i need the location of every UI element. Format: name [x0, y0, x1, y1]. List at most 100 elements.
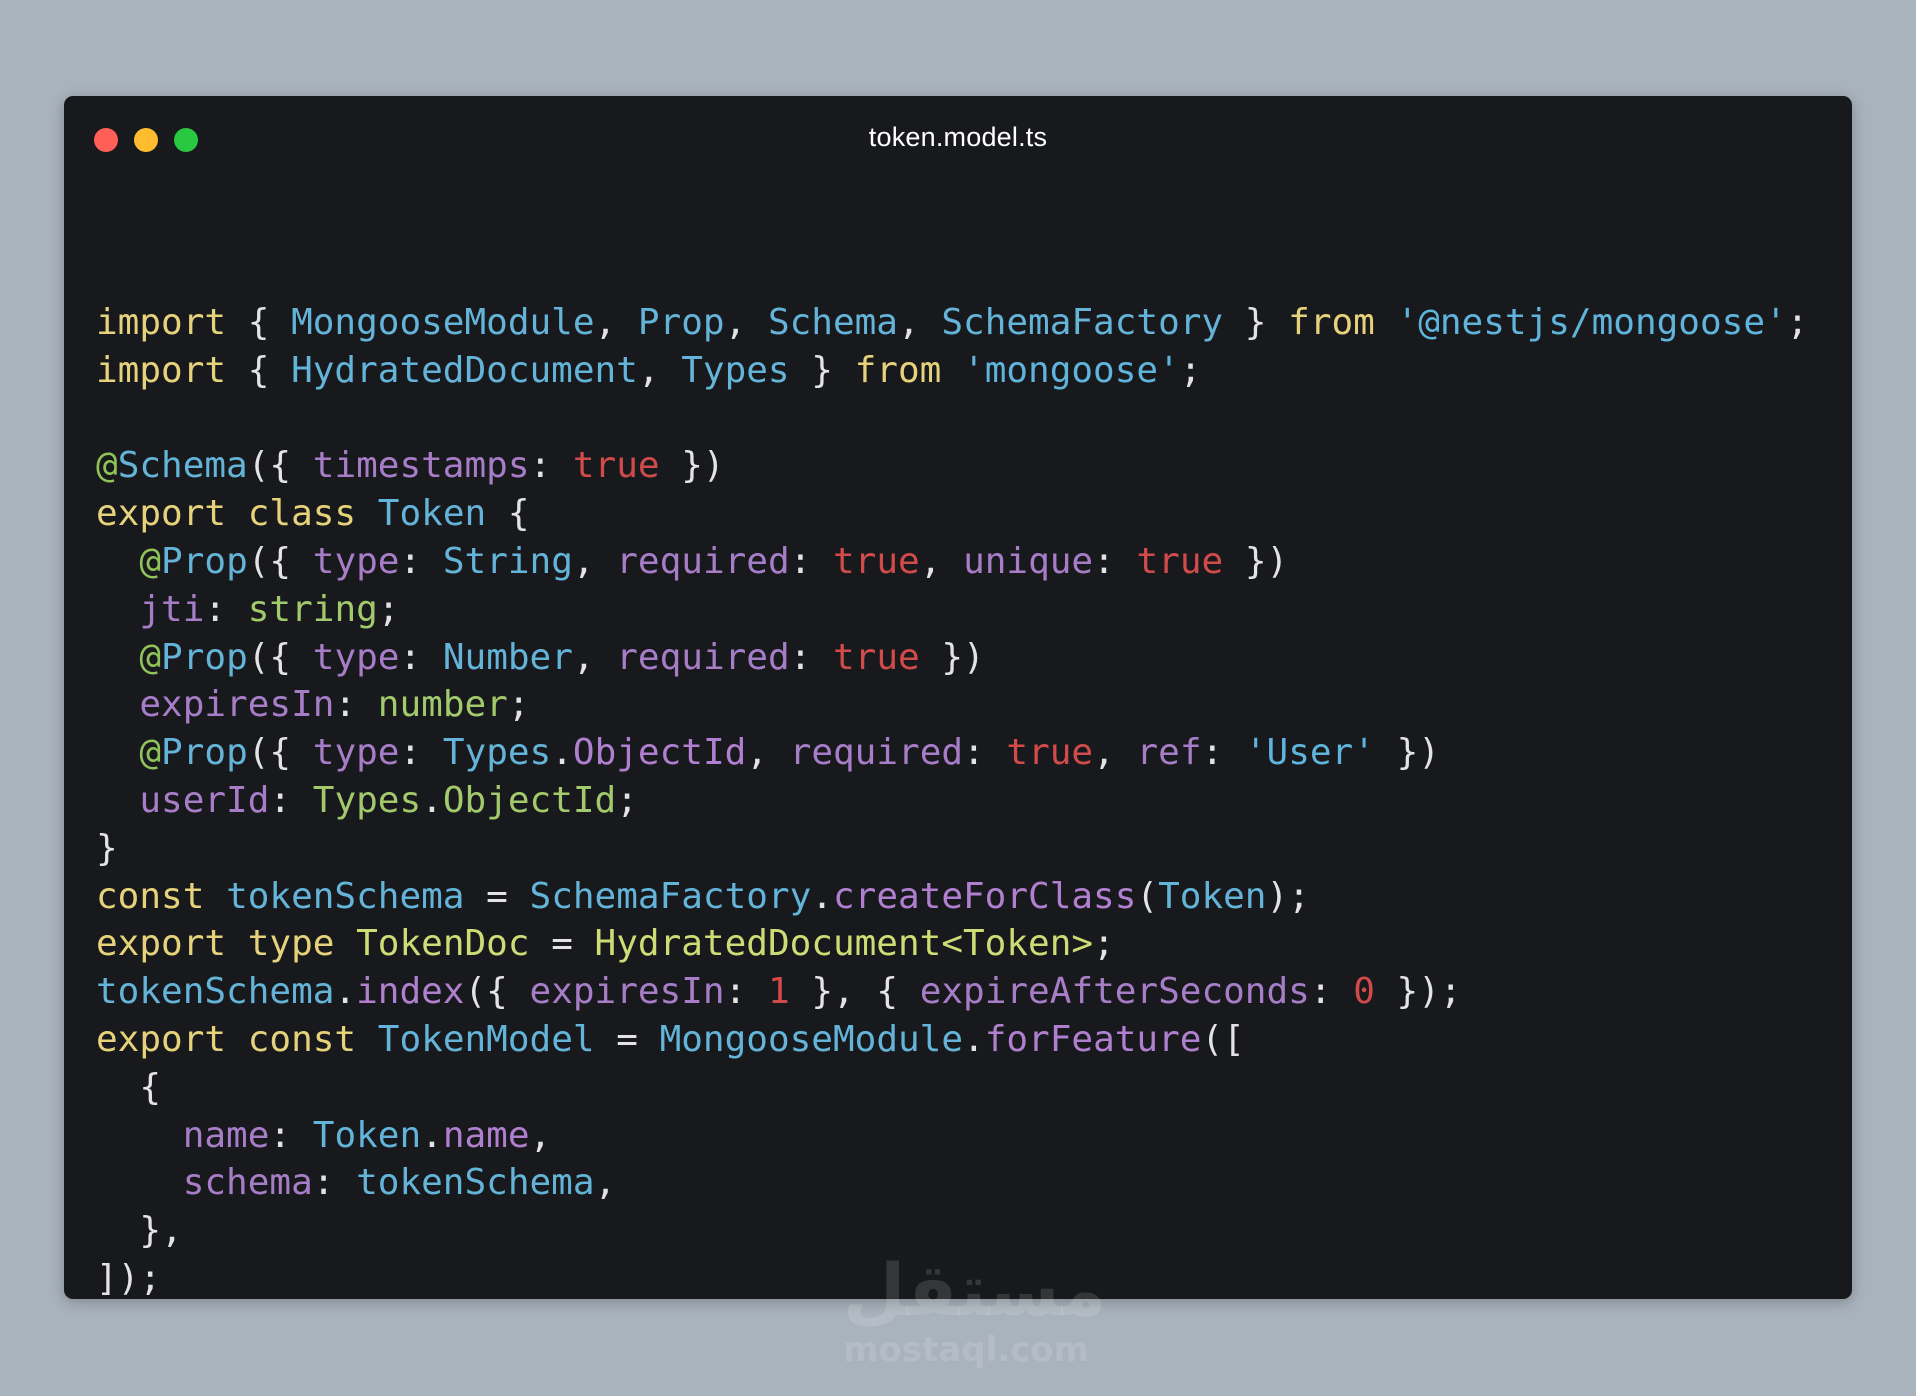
code-token: Token	[312, 1114, 422, 1156]
code-token: Prop	[161, 540, 248, 582]
code-token: userId	[139, 779, 270, 821]
code-token: (	[1136, 875, 1159, 917]
code-token: .	[811, 875, 833, 917]
code-token: ,	[572, 540, 617, 582]
code-token: ,	[1093, 732, 1137, 774]
code-token: MongooseModule	[291, 302, 595, 343]
code-token: Token	[377, 493, 487, 535]
code-token: .	[421, 779, 443, 821]
code-token: ({	[464, 971, 530, 1013]
code-token: @	[139, 540, 162, 582]
code-token: :	[312, 1162, 357, 1204]
code-token: ;	[616, 779, 638, 821]
code-token: true	[833, 636, 920, 678]
code-token: =	[594, 1018, 660, 1060]
code-token: ,	[572, 636, 617, 678]
code-line: name: Token.name,	[96, 1112, 1832, 1160]
code-token: :	[399, 540, 443, 582]
code-token: ,	[746, 732, 790, 774]
code-token: class	[247, 493, 357, 535]
code-token: :	[1093, 540, 1137, 582]
code-token: from	[1288, 302, 1375, 343]
code-token: type	[312, 732, 400, 774]
code-token: expiresIn	[139, 684, 335, 726]
code-token: HydratedDocument	[291, 349, 638, 391]
code-token: 'mongoose'	[963, 349, 1180, 391]
code-token: }, {	[789, 971, 920, 1013]
code-token: Prop	[637, 302, 725, 343]
code-token: ,	[919, 540, 964, 582]
code-line: schema: tokenSchema,	[96, 1159, 1832, 1207]
code-token: tokenSchema	[96, 971, 335, 1013]
code-token: string	[247, 588, 378, 630]
code-token: HydratedDocument<Token>	[594, 923, 1094, 965]
code-token: }	[789, 349, 855, 391]
code-token: Number	[442, 636, 573, 678]
code-token: {	[226, 349, 292, 391]
code-token: ({	[247, 636, 313, 678]
code-token: ;	[507, 684, 530, 726]
code-token: Schema	[767, 302, 898, 343]
code-token: ,	[724, 302, 768, 343]
code-token: :	[1201, 732, 1245, 774]
code-token: @	[96, 445, 118, 487]
code-token: name	[442, 1114, 530, 1156]
code-token: ;	[377, 588, 400, 630]
code-token: true	[1136, 540, 1224, 582]
code-token: 0	[1353, 971, 1375, 1013]
code-line: expiresIn: number;	[96, 681, 1832, 729]
code-token: }	[1223, 302, 1289, 343]
code-token: =	[529, 923, 595, 965]
code-token: SchemaFactory	[941, 302, 1224, 343]
code-line: import { HydratedDocument, Types } from …	[96, 347, 1832, 395]
code-line: tokenSchema.index({ expiresIn: 1 }, { ex…	[96, 968, 1832, 1016]
code-token: index	[356, 971, 465, 1013]
code-token: number	[377, 684, 508, 726]
code-line: @Prop({ type: Number, required: true })	[96, 634, 1832, 682]
code-token: ,	[594, 1162, 617, 1204]
code-token: Prop	[161, 732, 248, 774]
code-token: const	[247, 1018, 357, 1060]
code-token: })	[1223, 540, 1289, 582]
code-editor[interactable]: import { MongooseModule, Prop, Schema, S…	[96, 299, 1832, 1299]
window-titlebar: token.model.ts	[64, 96, 1852, 182]
code-token: .	[551, 732, 573, 774]
code-token: {	[96, 1066, 162, 1108]
code-token: .	[963, 1018, 985, 1060]
code-token: schema	[182, 1162, 313, 1204]
code-token: expiresIn	[529, 971, 725, 1013]
code-line: @Prop({ type: Types.ObjectId, required: …	[96, 729, 1832, 777]
code-token: MongooseModule	[659, 1018, 964, 1060]
code-token: .	[334, 971, 357, 1013]
watermark-url: mostaql.com	[843, 1330, 1090, 1370]
code-token: =	[464, 875, 530, 917]
code-line: @Schema({ timestamps: true })	[96, 442, 1832, 490]
code-token: import	[96, 349, 227, 391]
code-token: 1	[767, 971, 790, 1013]
code-line: export const TokenModel = MongooseModule…	[96, 1016, 1832, 1064]
code-token: Types	[442, 732, 552, 774]
code-token: Token	[1158, 875, 1267, 917]
code-token: :	[269, 779, 313, 821]
code-token: Types	[312, 779, 422, 821]
code-token: unique	[963, 540, 1094, 582]
code-token: 'User'	[1244, 732, 1375, 774]
code-token: ref	[1136, 732, 1202, 774]
code-line: userId: Types.ObjectId;	[96, 777, 1832, 825]
code-token: @	[139, 636, 162, 678]
code-token: :	[789, 540, 833, 582]
code-line: }	[96, 825, 1832, 873]
code-token: required	[616, 540, 790, 582]
code-line: {	[96, 1064, 1832, 1112]
code-token: const	[96, 875, 205, 917]
code-token: SchemaFactory	[529, 875, 812, 917]
